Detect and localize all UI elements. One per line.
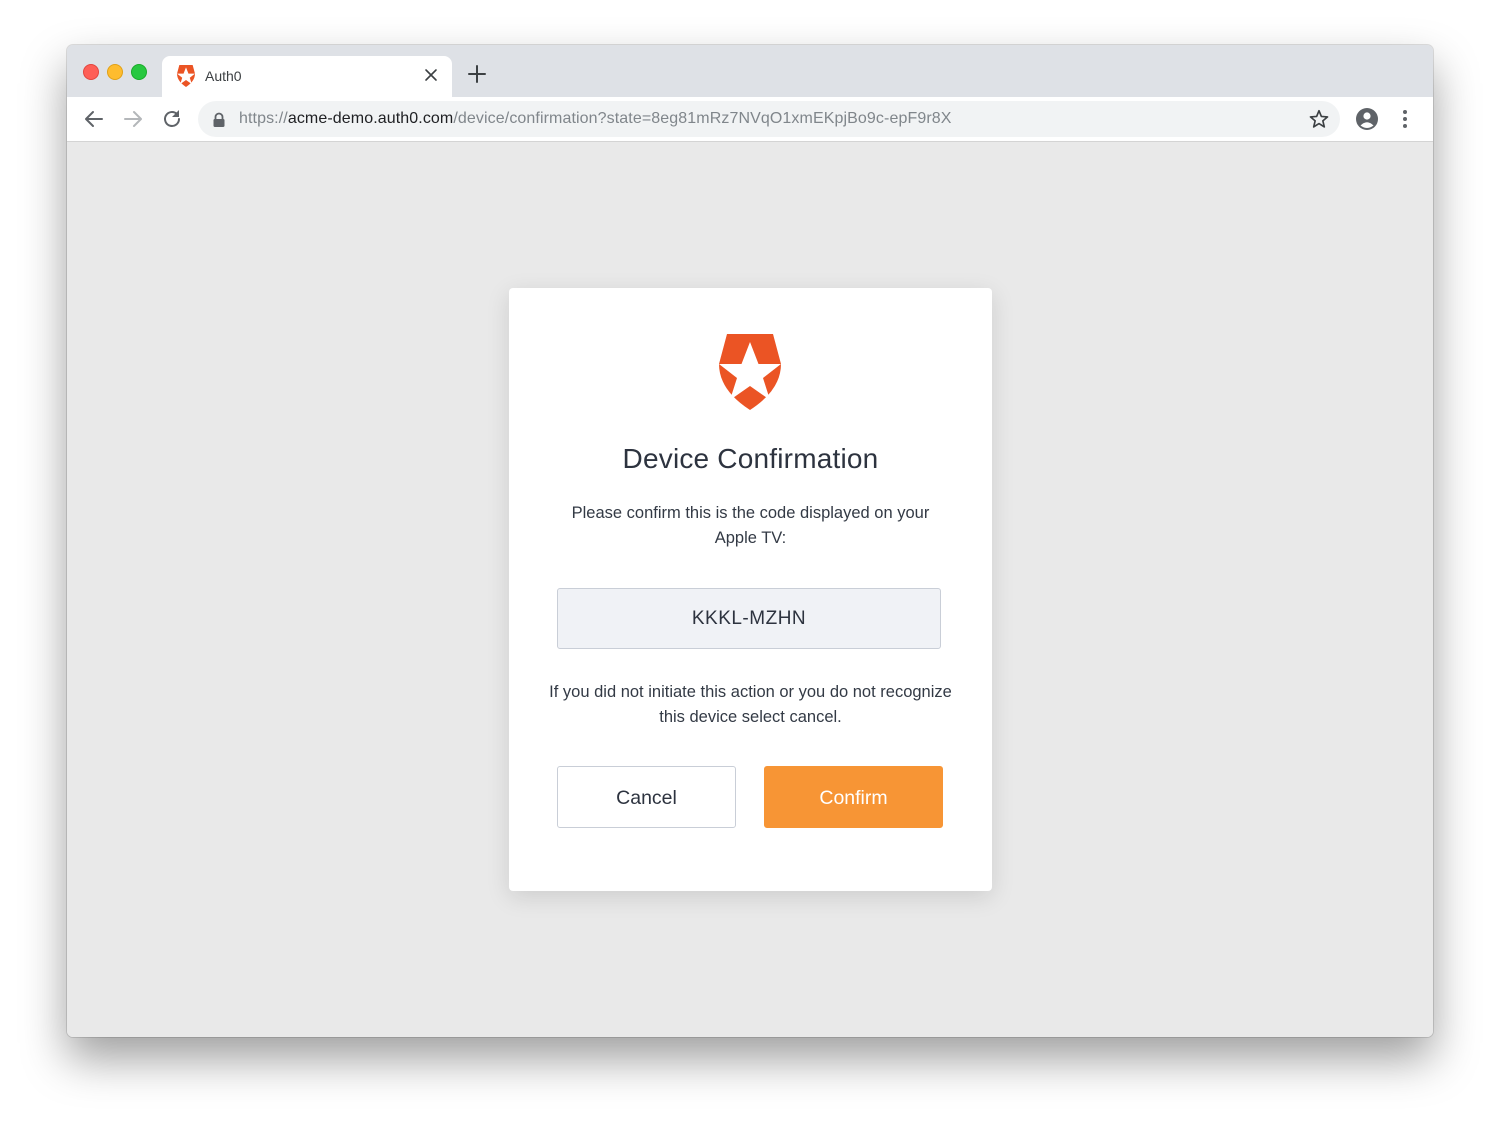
maximize-window-button[interactable]: [131, 64, 147, 80]
browser-window: Auth0 https://acme-demo.auth0.com/device…: [67, 45, 1433, 1037]
confirm-button[interactable]: Confirm: [764, 766, 943, 828]
page-title: Device Confirmation: [622, 443, 879, 474]
tab-title: Auth0: [205, 68, 242, 84]
cancel-button[interactable]: Cancel: [557, 766, 736, 828]
star-icon[interactable]: [1308, 108, 1330, 130]
more-vertical-icon[interactable]: [1395, 107, 1415, 131]
plus-icon[interactable]: [466, 63, 488, 85]
arrow-right-icon[interactable]: [121, 107, 145, 131]
auth0-shield-icon: [719, 334, 781, 410]
device-confirmation-card: Device Confirmation Please confirm this …: [509, 288, 992, 891]
device-code: KKKL-MZHN: [557, 588, 941, 649]
minimize-window-button[interactable]: [107, 64, 123, 80]
url-host: acme-demo.auth0.com: [287, 110, 454, 127]
lock-icon[interactable]: [212, 112, 226, 128]
arrow-left-icon[interactable]: [82, 107, 106, 131]
auth0-shield-icon: [177, 65, 195, 87]
instruction-text: Please confirm this is the code displaye…: [571, 504, 930, 547]
account-circle-icon[interactable]: [1355, 107, 1379, 131]
browser-tab[interactable]: Auth0: [162, 56, 452, 97]
browser-toolbar: https://acme-demo.auth0.com/device/confi…: [67, 97, 1433, 142]
warning-text: If you did not initiate this action or y…: [549, 683, 952, 726]
tab-strip: Auth0: [67, 45, 1433, 97]
url-scheme: https://: [239, 110, 288, 127]
url-text[interactable]: https://acme-demo.auth0.com/device/confi…: [239, 110, 952, 128]
close-window-button[interactable]: [83, 64, 99, 80]
page-viewport: Device Confirmation Please confirm this …: [67, 142, 1433, 1037]
reload-icon[interactable]: [160, 107, 184, 131]
close-icon[interactable]: [422, 66, 440, 84]
url-path: /device/confirmation?state=8eg81mRz7NVqO…: [453, 110, 952, 127]
address-bar[interactable]: https://acme-demo.auth0.com/device/confi…: [198, 101, 1340, 137]
